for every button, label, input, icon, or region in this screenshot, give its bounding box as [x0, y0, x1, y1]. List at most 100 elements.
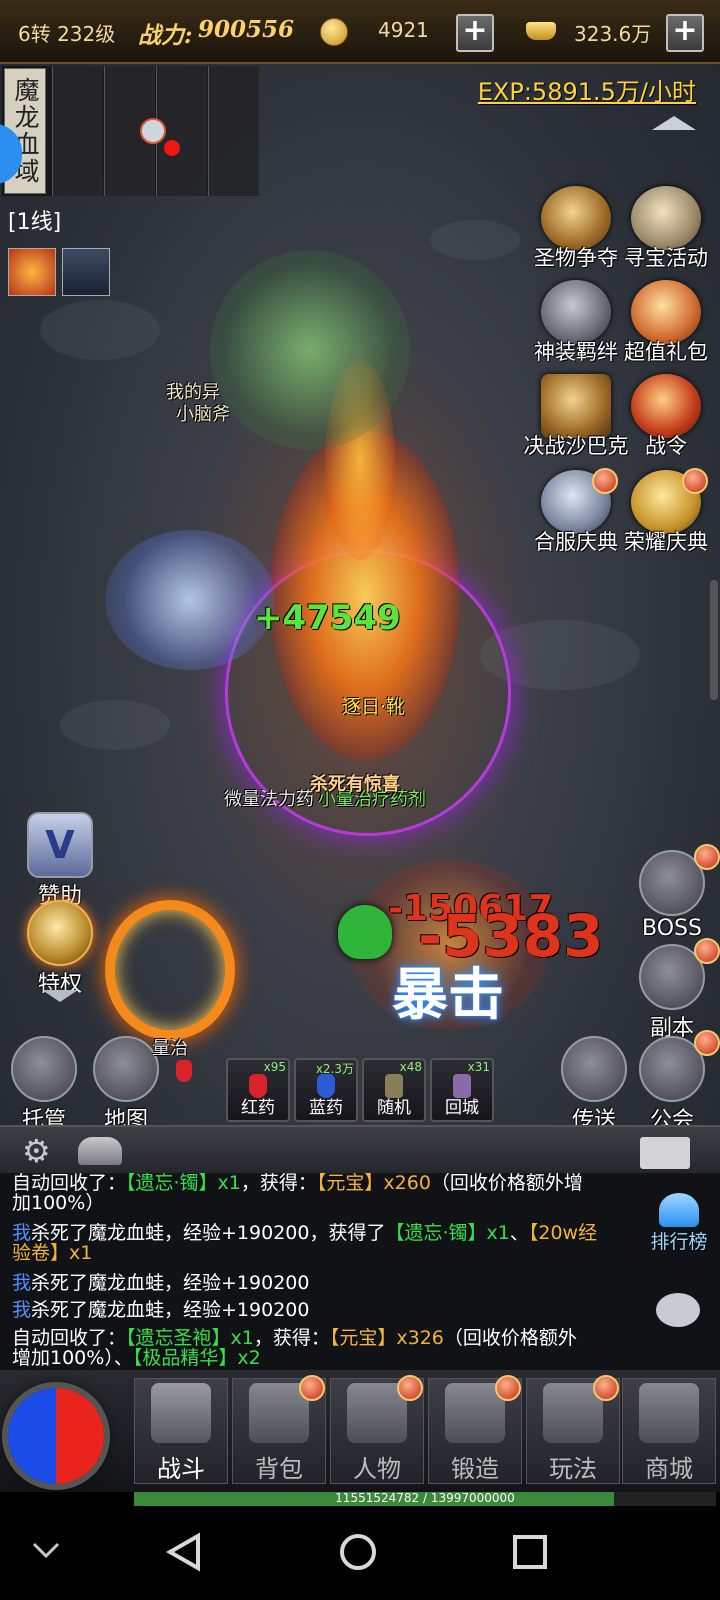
add-coins-button[interactable]: +: [456, 14, 494, 52]
exp-progress-text: 11551524782 / 13997000000: [335, 1491, 515, 1505]
nav-tab-gameplay[interactable]: 玩法: [526, 1375, 620, 1484]
chat-segment[interactable]: 【极品精华】x2: [133, 1347, 261, 1369]
sword-icon: [541, 280, 611, 344]
activity-battle-pass[interactable]: 战令: [618, 374, 714, 460]
gamepad-icon: [11, 1036, 77, 1102]
top-status-bar: 6转 232级 战力: 900556 4921 + 323.6万 +: [0, 0, 720, 64]
nav-tab-label: 背包: [255, 1455, 303, 1483]
activity-label: 战令: [645, 434, 687, 458]
crit-label: 暴击: [392, 963, 504, 1028]
minimap[interactable]: 魔龙血域: [0, 66, 259, 196]
mail-envelope-icon[interactable]: [640, 1137, 690, 1169]
potion-slot-red[interactable]: x95 红药: [226, 1058, 290, 1122]
add-ingots-button[interactable]: +: [666, 14, 704, 52]
activity-treasure-hunt[interactable]: 寻宝活动: [618, 186, 714, 272]
auto-battle-button[interactable]: 托管: [8, 1036, 80, 1134]
chat-segment[interactable]: 【20w经: [529, 1222, 597, 1244]
item-drop-label: 微量法力药: [224, 789, 314, 810]
expand-down-arrow-icon[interactable]: [42, 990, 78, 1002]
collapse-arrow-icon[interactable]: [652, 116, 696, 130]
notification-dot: [682, 468, 708, 494]
chat-segment[interactable]: 【遗忘·镯】x1: [126, 1173, 241, 1194]
partial-drop-label: 量治: [152, 1038, 188, 1059]
notification-dot: [694, 844, 720, 870]
chat-message: 自动回收了：【遗忘圣袍】x1，获得：【元宝】x326（回收价格额外: [12, 1328, 632, 1348]
chat-segment: 加100%）: [12, 1192, 105, 1214]
home-circle-icon[interactable]: [338, 1532, 378, 1572]
enemy-marker-icon: [164, 140, 180, 156]
chat-message: 我杀死了魔龙血蛙，经验+190200: [12, 1300, 632, 1320]
red-potion-drop-icon: [176, 1060, 192, 1082]
activity-glory-celebration[interactable]: 荣耀庆典: [618, 468, 714, 556]
crown-icon: [27, 900, 93, 966]
boss-button[interactable]: BOSS: [632, 844, 720, 941]
privilege-button[interactable]: 特权: [20, 900, 100, 998]
scroll-roll-icon: [561, 1036, 627, 1102]
chat-message: 我杀死了魔龙血蛙，经验+190200: [12, 1273, 632, 1293]
shop-gate-icon: [639, 1383, 699, 1443]
chat-segment[interactable]: 【元宝】x326: [330, 1327, 444, 1349]
chat-message: 增加100%）、【极品精华】x2: [12, 1348, 632, 1368]
recents-square-icon[interactable]: [512, 1534, 548, 1570]
chat-message: 我杀死了魔龙血蛙，经验+190200，获得了【遗忘·镯】x1、【20w经: [12, 1223, 632, 1243]
chat-segment: 我: [12, 1299, 32, 1321]
nav-tab-label: 商城: [645, 1455, 693, 1483]
chat-segment: 、: [509, 1222, 529, 1244]
ground-stone: [430, 220, 520, 260]
activity-label: 合服庆典: [534, 530, 618, 554]
crossed-swords-icon: [151, 1383, 211, 1443]
chevron-down-icon[interactable]: [30, 1540, 62, 1560]
combat-power-value: 900556: [198, 16, 295, 43]
activity-label: 超值礼包: [624, 340, 708, 364]
buff-fire-icon[interactable]: [8, 248, 56, 296]
buff-wing-icon[interactable]: [62, 248, 110, 296]
activity-sabak-war[interactable]: 决战沙巴克: [522, 374, 630, 460]
nav-tab-shop[interactable]: 商城: [622, 1378, 716, 1484]
fire-ring-effect: [105, 900, 235, 1040]
activity-label: 寻宝活动: [624, 246, 708, 270]
activity-merge-celebration[interactable]: 合服庆典: [528, 468, 624, 556]
boss-label: BOSS: [642, 916, 702, 941]
ranking-button[interactable]: 排行榜: [644, 1193, 714, 1254]
notification-dot: [397, 1375, 423, 1401]
activity-divine-gear[interactable]: 神装羁绊: [528, 280, 624, 366]
yin-yang-orb-icon[interactable]: [8, 1388, 104, 1484]
return-scroll-slot[interactable]: x31 回城: [430, 1058, 494, 1122]
potion-slot-blue[interactable]: x2.3万 蓝药: [294, 1058, 358, 1122]
slot-name: 红药: [241, 1098, 275, 1118]
chat-toolbar: ⚙: [0, 1125, 720, 1175]
scroll-icon: [631, 374, 701, 438]
settings-gear-icon[interactable]: ⚙: [22, 1135, 51, 1167]
palace-icon: [541, 374, 611, 438]
sponsor-button[interactable]: V 赞助: [20, 812, 100, 910]
activity-value-pack[interactable]: 超值礼包: [618, 280, 714, 366]
nav-tab-character[interactable]: 人物: [330, 1375, 424, 1484]
notification-dot: [694, 938, 720, 964]
chat-segment[interactable]: 【遗忘圣袍】x1: [126, 1327, 254, 1349]
chat-segment[interactable]: 验卷】x1: [12, 1242, 92, 1264]
nav-tab-bag[interactable]: 背包: [232, 1375, 326, 1484]
chat-segment[interactable]: 【元宝】x260: [317, 1173, 431, 1194]
nav-tab-battle[interactable]: 战斗: [134, 1378, 228, 1484]
guild-button[interactable]: 公会: [632, 1030, 720, 1134]
activity-label: 荣耀庆典: [624, 530, 708, 554]
random-scroll-slot[interactable]: x48 随机: [362, 1058, 426, 1122]
skull-icon: [338, 905, 392, 959]
back-triangle-icon[interactable]: [164, 1532, 204, 1572]
notification-dot: [495, 1375, 521, 1401]
notification-dot: [694, 1030, 720, 1056]
dungeon-button[interactable]: 副本: [632, 938, 720, 1042]
chat-segment[interactable]: 【遗忘·镯】x1: [385, 1222, 509, 1244]
notification-dot: [593, 1375, 619, 1401]
map-icon: [93, 1036, 159, 1102]
slot-count: x48: [399, 1060, 422, 1074]
chat-log[interactable]: 自动回收了：【遗忘·镯】x1，获得：【元宝】x260（回收价格额外增 加100%）…: [0, 1173, 720, 1370]
chat-bubble-icon[interactable]: [656, 1293, 700, 1327]
nav-tab-forge[interactable]: 锻造: [428, 1375, 522, 1484]
strength-arm-icon[interactable]: [78, 1137, 122, 1165]
ranking-label: 排行榜: [650, 1231, 708, 1253]
teleport-button[interactable]: 传送: [554, 1036, 634, 1134]
server-line[interactable]: [1线]: [8, 204, 61, 236]
right-edge-handle[interactable]: [710, 580, 718, 700]
activity-relic-contest[interactable]: 圣物争夺: [528, 186, 624, 272]
